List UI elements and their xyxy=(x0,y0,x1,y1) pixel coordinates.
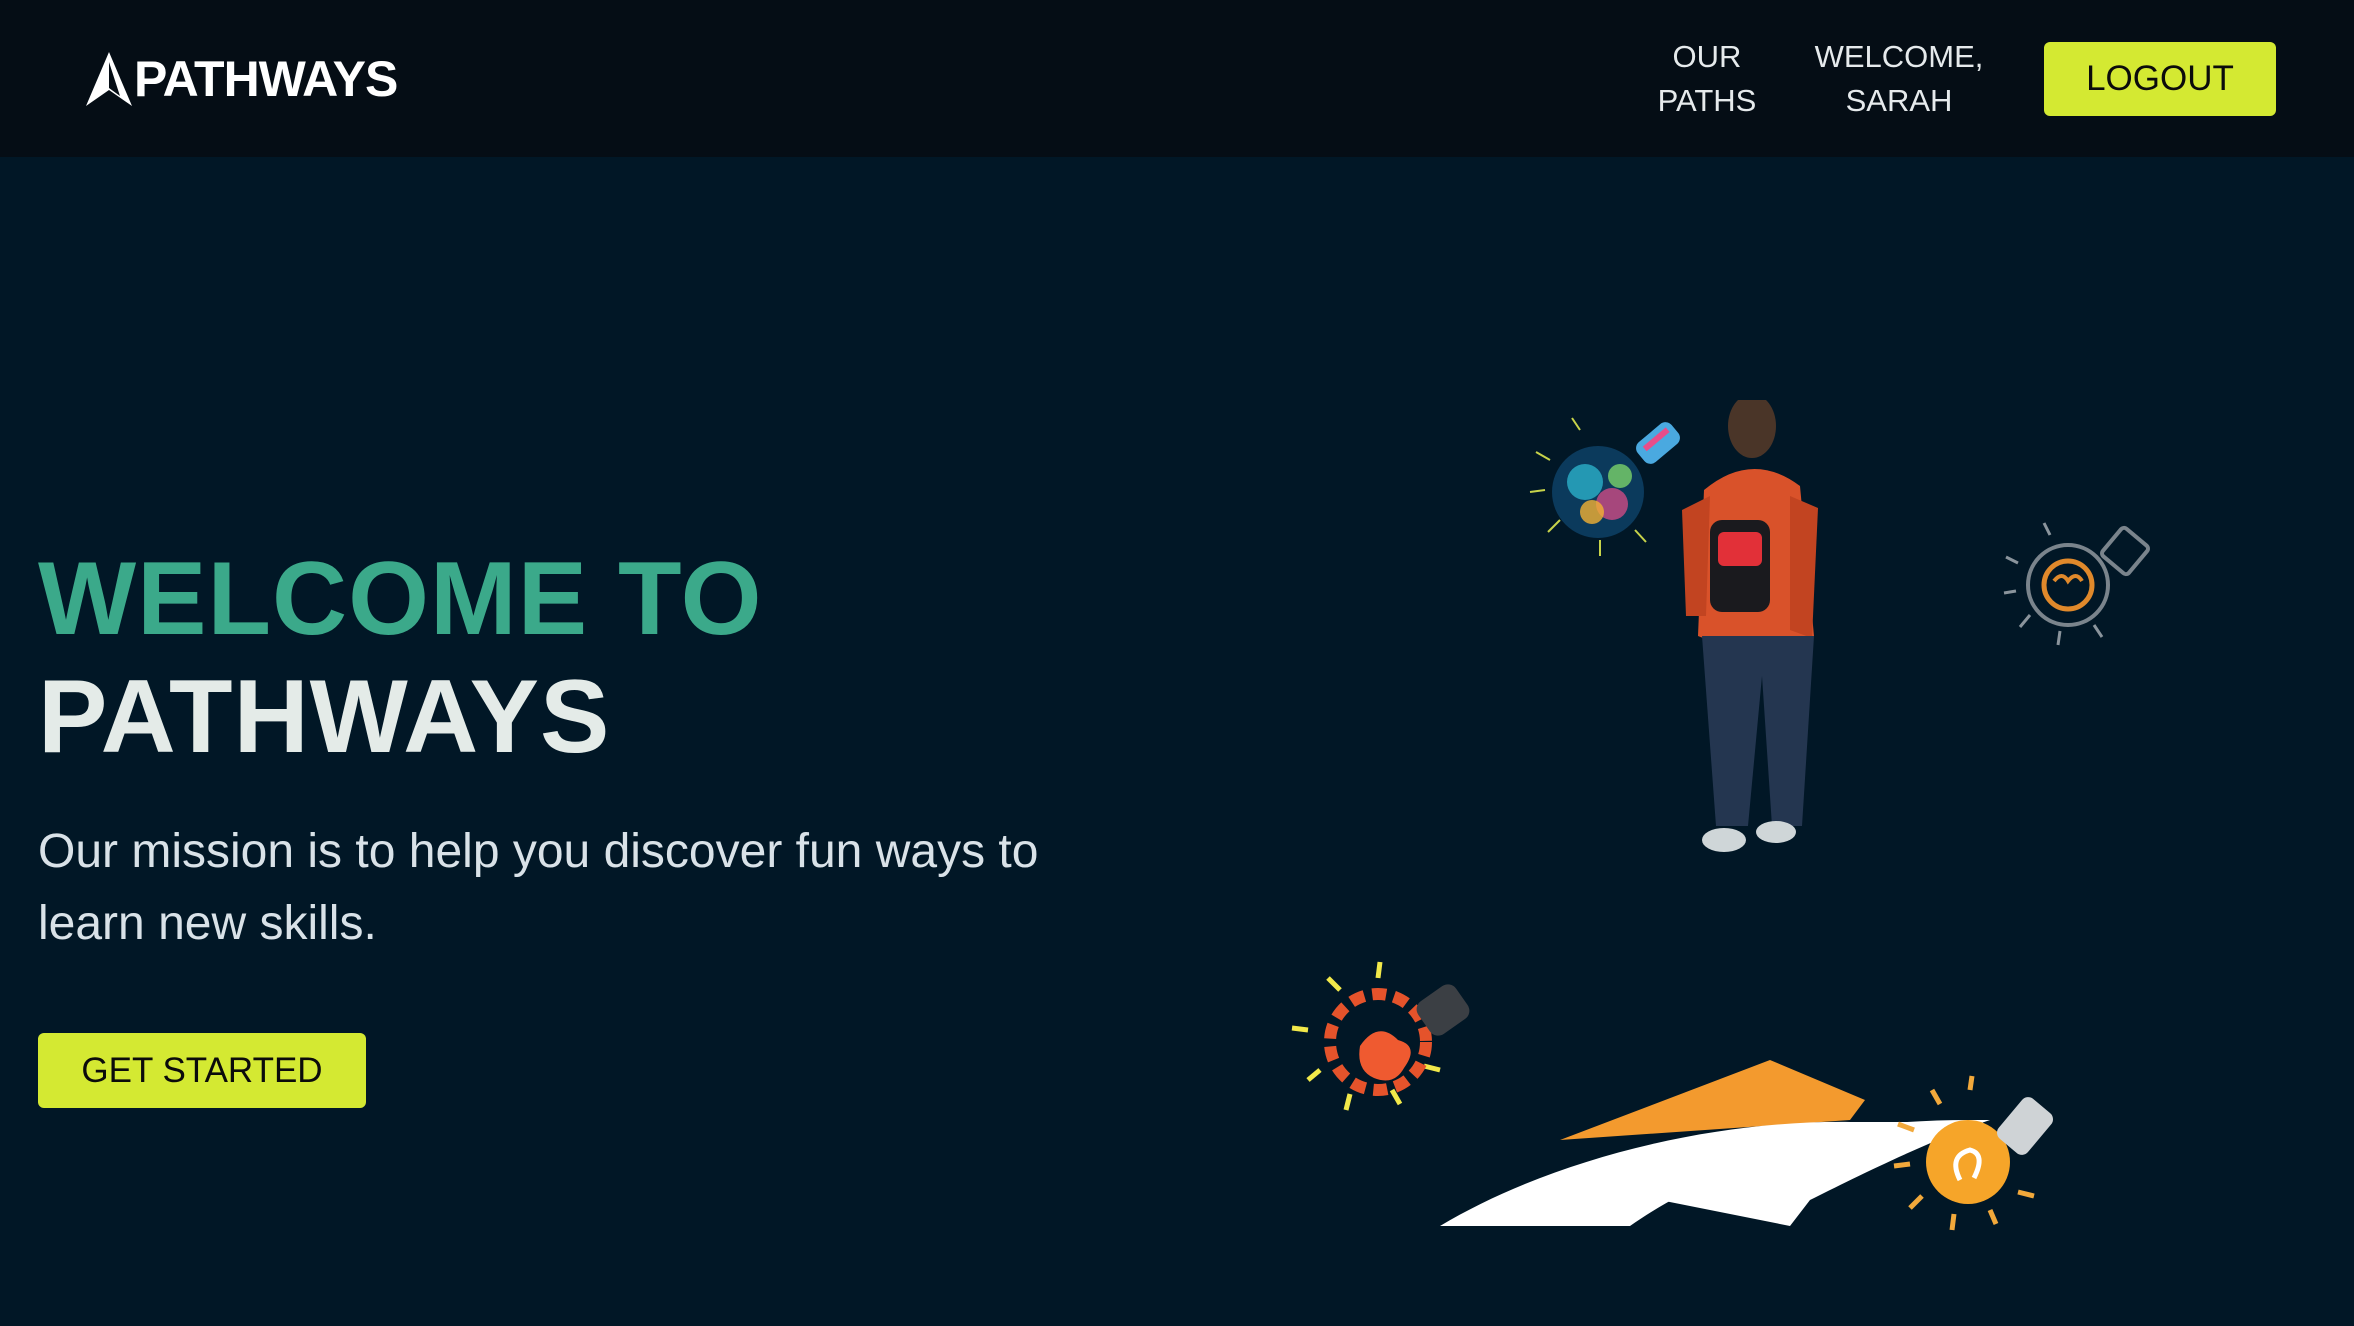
glowing-bulb-icon xyxy=(1893,1075,2053,1231)
path-road xyxy=(1440,1060,1990,1226)
hero-title: WELCOME TO PATHWAYS xyxy=(38,540,1138,776)
logout-button[interactable]: LOGOUT xyxy=(2044,41,2276,116)
logo-text: PATHWAYS xyxy=(134,50,398,107)
hero-illustration xyxy=(1290,394,2230,1270)
top-nav-bar: PATHWAYS OUR PATHS WELCOME, SARAH LOGOUT xyxy=(0,0,2354,157)
get-started-button[interactable]: GET STARTED xyxy=(38,1033,366,1108)
nav-welcome-user[interactable]: WELCOME, SARAH xyxy=(1814,35,1984,123)
hero-title-line2: PATHWAYS xyxy=(38,659,611,775)
hero-section: WELCOME TO PATHWAYS Our mission is to he… xyxy=(38,540,1138,960)
pathways-logo[interactable]: PATHWAYS xyxy=(86,49,398,109)
landing-page: PATHWAYS OUR PATHS WELCOME, SARAH LOGOUT… xyxy=(0,0,2354,1326)
gear-brain-icon xyxy=(1291,961,1470,1111)
wordcloud-bulb-icon xyxy=(1529,417,1680,556)
brain-bulb-icon xyxy=(2003,522,2150,646)
logo-arrow-icon xyxy=(86,51,132,106)
nav-our-paths[interactable]: OUR PATHS xyxy=(1632,35,1782,123)
walking-person xyxy=(1682,394,1818,852)
hero-illustration-svg xyxy=(1291,394,2150,1231)
mission-statement: Our mission is to help you discover fun … xyxy=(38,825,1039,950)
hero-title-line1: WELCOME TO xyxy=(38,541,763,657)
header-nav: OUR PATHS WELCOME, SARAH LOGOUT xyxy=(1632,35,2276,123)
